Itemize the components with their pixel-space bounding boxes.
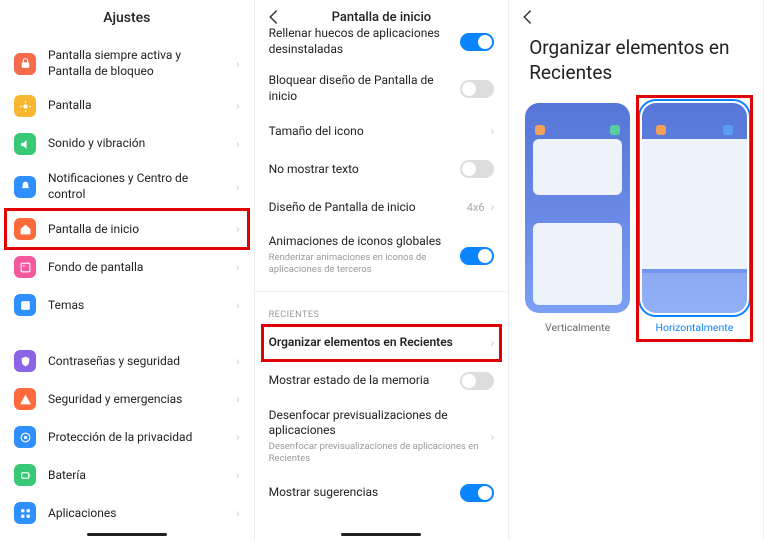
battery-icon <box>14 464 36 486</box>
setting-row[interactable]: No mostrar texto <box>255 150 509 188</box>
settings-item[interactable]: Pantalla› <box>0 87 254 125</box>
chevron-right-icon: › <box>236 137 240 151</box>
themes-icon <box>14 294 36 316</box>
wallpaper-icon <box>14 256 36 278</box>
sun-icon <box>14 95 36 117</box>
page-title: Ajustes <box>0 0 254 40</box>
chevron-right-icon: › <box>236 222 240 236</box>
toggle-switch[interactable] <box>460 33 494 51</box>
settings-item[interactable]: Seguridad y emergencias› <box>0 380 254 418</box>
chevron-right-icon: › <box>491 124 495 138</box>
nav-indicator <box>341 533 421 536</box>
page-title: Organizar elementos en Recientes <box>509 32 763 91</box>
setting-label: Desenfocar previsualizaciones de aplicac… <box>269 408 483 439</box>
apps-icon <box>14 502 36 524</box>
setting-label: Rellenar huecos de aplicaciones desinsta… <box>269 26 453 57</box>
setting-label: Tamaño del icono <box>269 124 483 140</box>
settings-item[interactable]: Notificaciones y Centro de control› <box>0 163 254 210</box>
chevron-right-icon: › <box>236 57 240 71</box>
bell-icon <box>14 176 36 198</box>
homescreen-settings-panel: Pantalla de inicio Rellenar huecos de ap… <box>255 0 510 540</box>
chevron-right-icon: › <box>491 200 495 214</box>
chevron-right-icon: › <box>236 392 240 406</box>
setting-row[interactable]: Diseño de Pantalla de inicio 4x6 › <box>255 188 509 226</box>
setting-sublabel: Desenfocar previsualizaciones de aplicac… <box>269 441 483 466</box>
toggle-switch[interactable] <box>460 80 494 98</box>
settings-item[interactable]: Aplicaciones› <box>0 494 254 532</box>
shield-icon <box>14 350 36 372</box>
setting-sublabel: Renderizar animaciones en iconos de apli… <box>269 252 453 277</box>
settings-item-label: Batería <box>48 468 236 484</box>
setting-label: Mostrar estado de la memoria <box>269 373 453 389</box>
settings-item-label: Temas <box>48 298 236 314</box>
chevron-right-icon: › <box>236 99 240 113</box>
chevron-right-icon: › <box>236 298 240 312</box>
toggle-switch[interactable] <box>460 247 494 265</box>
toggle-switch[interactable] <box>460 484 494 502</box>
header <box>509 0 763 32</box>
settings-item-label: Protección de la privacidad <box>48 430 236 446</box>
setting-row[interactable]: Organizar elementos en Recientes › <box>255 324 509 362</box>
setting-row[interactable]: Desenfocar previsualizaciones de aplicac… <box>255 400 509 474</box>
setting-row[interactable]: Animaciones de iconos globales Renderizar… <box>255 226 509 284</box>
setting-label: Animaciones de iconos globales <box>269 234 453 250</box>
setting-row[interactable]: Tamaño del icono › <box>255 112 509 150</box>
lock-icon <box>14 53 36 75</box>
toggle-switch[interactable] <box>460 372 494 390</box>
home-icon <box>14 218 36 240</box>
chevron-right-icon: › <box>236 260 240 274</box>
settings-panel: Ajustes Pantalla siempre activa y Pantal… <box>0 0 255 540</box>
settings-item-label: Pantalla <box>48 98 236 114</box>
chevron-right-icon: › <box>236 468 240 482</box>
settings-item-label: Contraseñas y seguridad <box>48 354 236 370</box>
back-icon[interactable] <box>519 8 537 26</box>
toggle-switch[interactable] <box>460 160 494 178</box>
settings-item[interactable]: Batería› <box>0 456 254 494</box>
chevron-right-icon: › <box>236 354 240 368</box>
vertical-preview <box>525 103 630 313</box>
setting-label: Mostrar sugerencias <box>269 485 453 501</box>
section-header: RECIENTES <box>255 291 509 324</box>
setting-label: Diseño de Pantalla de inicio <box>269 200 459 216</box>
settings-item-label: Seguridad y emergencias <box>48 392 236 408</box>
chevron-right-icon: › <box>491 430 495 444</box>
option-label: Verticalmente <box>525 321 630 334</box>
sound-icon <box>14 133 36 155</box>
layout-options: Verticalmente Horizontalmente <box>509 91 763 334</box>
privacy-icon <box>14 426 36 448</box>
chevron-right-icon: › <box>491 336 495 350</box>
settings-item[interactable]: Fondo de pantalla› <box>0 248 254 286</box>
setting-row[interactable]: Mostrar estado de la memoria <box>255 362 509 400</box>
settings-item-label: Sonido y vibración <box>48 136 236 152</box>
settings-item[interactable]: Contraseñas y seguridad› <box>0 342 254 380</box>
setting-row[interactable]: Mostrar sugerencias <box>255 474 509 512</box>
section-gap <box>0 324 254 342</box>
recents-layout-panel: Organizar elementos en Recientes Vertica… <box>509 0 764 540</box>
settings-item[interactable]: Pantalla de inicio› <box>0 210 254 248</box>
warning-icon <box>14 388 36 410</box>
nav-indicator <box>87 533 167 536</box>
option-vertical[interactable]: Verticalmente <box>525 103 630 334</box>
settings-item[interactable]: Sonido y vibración› <box>0 125 254 163</box>
settings-item-label: Pantalla de inicio <box>48 222 236 238</box>
chevron-right-icon: › <box>236 506 240 520</box>
settings-item-label: Fondo de pantalla <box>48 260 236 276</box>
setting-row[interactable]: Rellenar huecos de aplicaciones desinsta… <box>255 18 509 65</box>
settings-item-label: Pantalla siempre activa y Pantalla de bl… <box>48 48 236 79</box>
settings-item[interactable]: Pantalla siempre activa y Pantalla de bl… <box>0 40 254 87</box>
setting-value: 4x6 <box>467 201 485 214</box>
settings-item[interactable]: Protección de la privacidad› <box>0 418 254 456</box>
setting-label: Organizar elementos en Recientes <box>269 335 483 351</box>
option-label: Horizontalmente <box>642 321 747 334</box>
chevron-right-icon: › <box>236 180 240 194</box>
horizontal-preview <box>642 103 747 313</box>
settings-item[interactable]: Temas› <box>0 286 254 324</box>
setting-label: No mostrar texto <box>269 162 453 178</box>
setting-label: Bloquear diseño de Pantalla de inicio <box>269 73 453 104</box>
option-horizontal[interactable]: Horizontalmente <box>642 103 747 334</box>
settings-item-label: Aplicaciones <box>48 506 236 522</box>
setting-row[interactable]: Bloquear diseño de Pantalla de inicio <box>255 65 509 112</box>
settings-item-label: Notificaciones y Centro de control <box>48 171 236 202</box>
chevron-right-icon: › <box>236 430 240 444</box>
